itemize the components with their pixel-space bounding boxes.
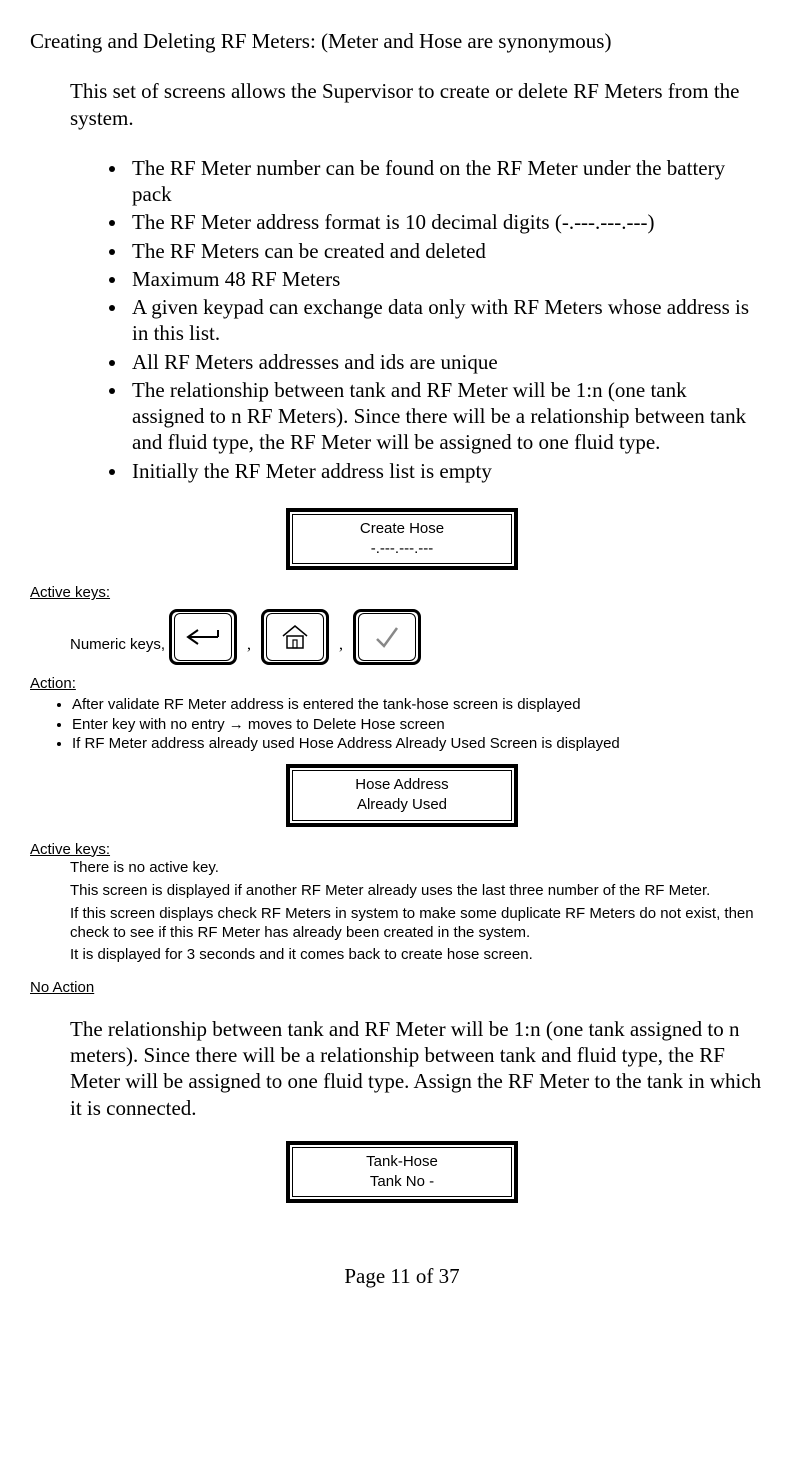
list-item: If RF Meter address already used Hose Ad… [72, 735, 774, 754]
description-text: It is displayed for 3 seconds and it com… [70, 946, 774, 965]
no-active-key-text: There is no active key. [70, 859, 774, 878]
list-item: Maximum 48 RF Meters [128, 266, 764, 292]
active-keys-label: Active keys: [30, 841, 774, 860]
lcd-line: Tank-Hose [293, 1152, 511, 1172]
lcd-line: Tank No - [293, 1172, 511, 1192]
separator: , [241, 635, 257, 665]
description-text: If this screen displays check RF Meters … [70, 905, 774, 943]
list-item: A given keypad can exchange data only wi… [128, 294, 764, 347]
page-footer: Page 11 of 37 [30, 1263, 774, 1289]
lcd-screen-tank-hose: Tank-Hose Tank No - [286, 1141, 518, 1204]
numeric-keys-text: Numeric keys, [70, 636, 165, 665]
action-label: Action: [30, 675, 774, 694]
list-item: The RF Meter address format is 10 decima… [128, 209, 764, 235]
no-action-label: No Action [30, 979, 774, 998]
lcd-line: Create Hose [293, 519, 511, 539]
enter-key-button [353, 609, 421, 665]
lcd-line: Already Used [293, 795, 511, 815]
description-text: This screen is displayed if another RF M… [70, 882, 774, 901]
home-icon [281, 624, 309, 650]
list-item: The RF Meters can be created and deleted [128, 238, 764, 264]
list-item: All RF Meters addresses and ids are uniq… [128, 349, 764, 375]
active-keys-label: Active keys: [30, 584, 774, 603]
list-item: After validate RF Meter address is enter… [72, 696, 774, 715]
list-item: The RF Meter number can be found on the … [128, 155, 764, 208]
check-icon [373, 625, 401, 649]
section-heading: Creating and Deleting RF Meters: (Meter … [30, 28, 774, 54]
back-arrow-icon [186, 628, 220, 646]
list-item: The relationship between tank and RF Met… [128, 377, 764, 456]
lcd-line: -.---.---.--- [293, 539, 511, 559]
action-bullet-list: After validate RF Meter address is enter… [52, 696, 774, 754]
lcd-screen-hose-address: Hose Address Already Used [286, 764, 518, 827]
intro-paragraph: This set of screens allows the Superviso… [70, 78, 764, 131]
home-key-button [261, 609, 329, 665]
relationship-paragraph: The relationship between tank and RF Met… [70, 1016, 764, 1121]
main-bullet-list: The RF Meter number can be found on the … [70, 155, 764, 484]
back-key-button [169, 609, 237, 665]
list-item: Initially the RF Meter address list is e… [128, 458, 764, 484]
separator: , [333, 635, 349, 665]
lcd-screen-create-hose: Create Hose -.---.---.--- [286, 508, 518, 571]
list-item: Enter key with no entry → moves to Delet… [72, 716, 774, 735]
lcd-line: Hose Address [293, 775, 511, 795]
